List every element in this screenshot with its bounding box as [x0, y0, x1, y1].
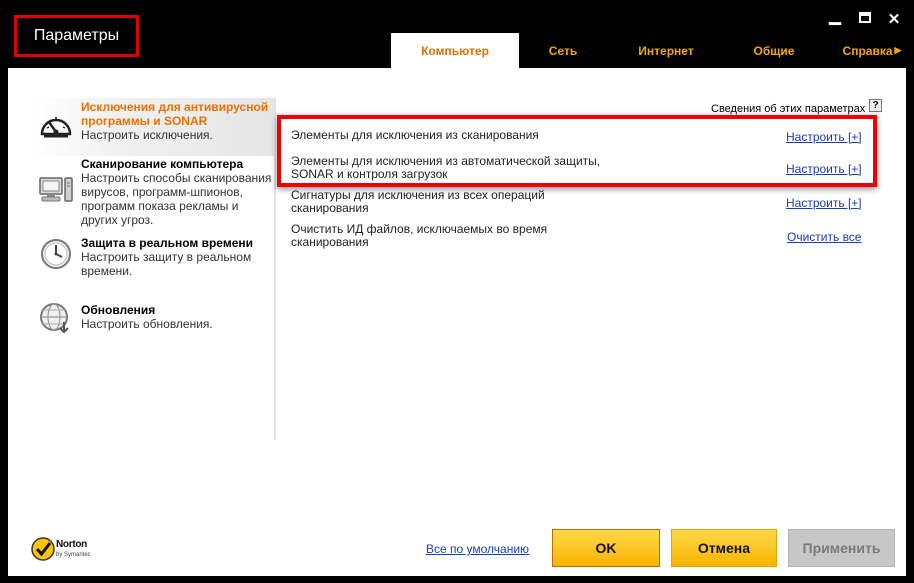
globe-update-icon [40, 303, 69, 334]
sidebar-item-title: Защита в реальном времени [81, 236, 253, 250]
row-label-signature-exclusions: Сигнатуры для исключения из всех операци… [291, 188, 545, 215]
gauge-icon [40, 117, 72, 138]
tab-internet[interactable]: Интернет [624, 33, 708, 68]
tab-network[interactable]: Сеть [530, 33, 596, 68]
sidebar-item-title: Сканирование компьютера [81, 157, 244, 171]
help-arrow-icon: ▶ [894, 45, 902, 55]
help-question-icon[interactable]: ? [869, 99, 882, 112]
tab-computer[interactable]: Компьютер [391, 33, 519, 68]
row-label-scan-exclusions: Элементы для исключения из сканирования [291, 128, 539, 142]
row-label-autoprotect-exclusions: Элементы для исключения из автоматическо… [291, 154, 601, 181]
configure-signature-exclusions-link[interactable]: Настроить [+] [786, 196, 862, 210]
title-highlight-box: Параметры [14, 15, 139, 57]
cancel-button[interactable]: Отмена [671, 529, 777, 567]
settings-panel: Исключения для антивирусной программы и … [8, 68, 906, 576]
clear-all-link[interactable]: Очистить все [787, 230, 861, 244]
sidebar-item-exclusions[interactable]: Исключения для антивирусной программы и … [34, 98, 274, 156]
maximize-icon[interactable] [856, 10, 874, 27]
sidebar-divider [274, 98, 276, 440]
title-bar: Параметры ▁ ✕ Компьютер Сеть Интернет Об… [0, 0, 914, 68]
computer-icon [39, 177, 73, 202]
sidebar-item-title: Обновления [81, 303, 156, 317]
clock-icon [41, 239, 71, 269]
tab-help[interactable]: Справка ▶ [836, 33, 908, 68]
row-label-clear-file-ids: Очистить ИД файлов, исключаемых во время… [291, 222, 548, 249]
norton-logo-name: Norton [56, 539, 87, 550]
sidebar-item-scanning[interactable]: Сканирование компьютера Настроить способ… [34, 156, 274, 228]
tab-network-label: Сеть [548, 43, 578, 58]
sidebar-item-desc: Настроить исключения. [81, 128, 213, 142]
sidebar-item-updates[interactable]: Обновления Настроить обновления. [34, 298, 274, 338]
minimize-icon[interactable]: ▁ [826, 7, 844, 25]
sidebar-item-realtime[interactable]: Защита в реальном времени Настроить защи… [34, 234, 274, 284]
tab-help-label: Справка [842, 43, 893, 58]
apply-button[interactable]: Применить [788, 529, 895, 567]
settings-info-link[interactable]: Сведения об этих параметрах [711, 103, 865, 115]
tab-computer-label: Компьютер [421, 43, 489, 58]
tab-general[interactable]: Общие [740, 33, 808, 68]
tab-general-label: Общие [753, 43, 795, 58]
configure-scan-exclusions-link[interactable]: Настроить [+] [786, 130, 862, 144]
configure-autoprotect-exclusions-link[interactable]: Настроить [+] [786, 162, 862, 176]
sidebar-item-title: Исключения для антивирусной программы и … [81, 100, 269, 128]
tab-internet-label: Интернет [638, 43, 694, 58]
ok-button[interactable]: OK [552, 529, 660, 567]
restore-defaults-link[interactable]: Все по умолчанию [426, 542, 529, 556]
sidebar-item-desc: Настроить способы сканирования вирусов, … [81, 171, 272, 227]
close-icon[interactable]: ✕ [885, 10, 903, 28]
sidebar-item-desc: Настроить защиту в реальном времени. [81, 250, 252, 278]
window-title: Параметры [33, 27, 120, 44]
norton-logo-sub: by Symantec [56, 552, 91, 558]
sidebar-item-desc: Настроить обновления. [81, 317, 213, 331]
